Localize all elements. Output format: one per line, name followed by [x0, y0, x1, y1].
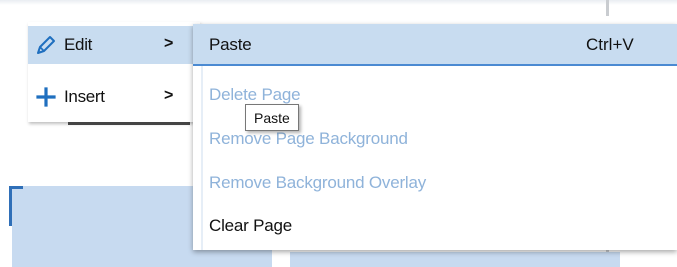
- submenu-item-clear-page[interactable]: Clear Page: [209, 216, 292, 236]
- paste-tooltip: Paste: [245, 104, 299, 131]
- edit-submenu: Paste Ctrl+V Delete Page Remove Page Bac…: [193, 24, 677, 250]
- submenu-item-delete-page: Delete Page: [209, 85, 301, 104]
- menu-item-label: Insert: [64, 87, 105, 106]
- context-menu: Edit > Insert >: [28, 22, 200, 122]
- canvas-divider-top: [606, 0, 609, 16]
- submenu-gutter: [201, 66, 203, 250]
- submenu-item-remove-background-overlay: Remove Background Overlay: [209, 173, 427, 192]
- page-thumbnail-selection-corner: [9, 186, 23, 226]
- menu-item-label: Edit: [64, 35, 93, 54]
- menu-item-insert[interactable]: Insert >: [28, 78, 200, 116]
- pencil-icon: [28, 34, 64, 56]
- canvas-top-edge: [0, 0, 677, 5]
- menu-separator: [68, 122, 190, 125]
- submenu-arrow-icon: >: [164, 87, 174, 104]
- submenu-item-remove-page-background: Remove Page Background: [209, 129, 408, 148]
- submenu-arrow-icon: >: [164, 35, 174, 52]
- paste-shortcut: Ctrl+V: [586, 35, 634, 54]
- page-thumbnail-secondary[interactable]: [290, 252, 620, 267]
- plus-icon: [28, 86, 64, 108]
- menu-item-edit[interactable]: Edit >: [28, 26, 200, 64]
- submenu-item-paste[interactable]: Paste: [209, 35, 252, 55]
